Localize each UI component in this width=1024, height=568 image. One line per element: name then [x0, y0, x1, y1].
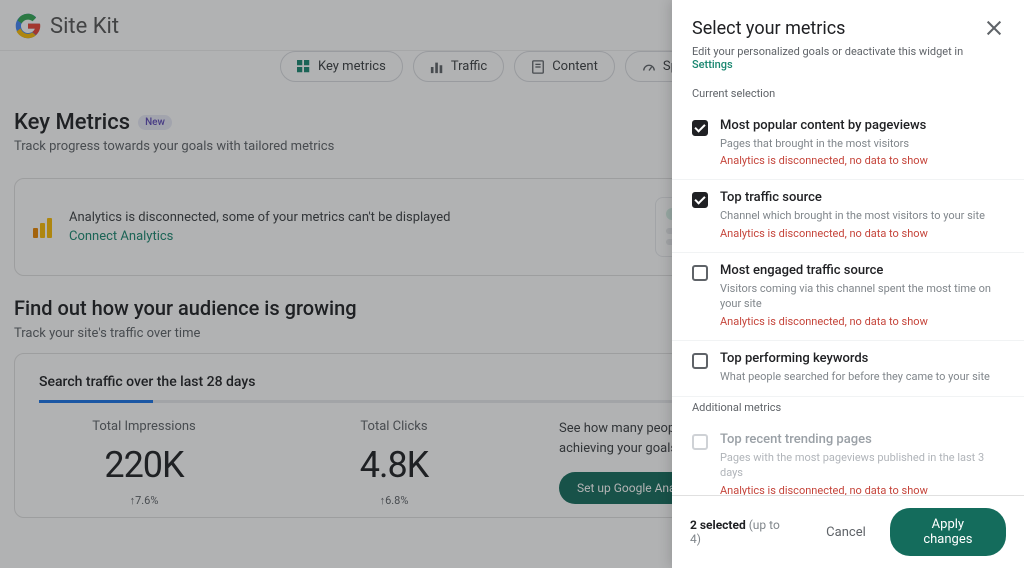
cancel-button[interactable]: Cancel	[816, 517, 876, 548]
warning-text: Analytics is disconnected, no data to sh…	[720, 315, 1004, 328]
selected-count: 2 selected (up to 4)	[690, 518, 788, 546]
warning-text: Analytics is disconnected, no data to sh…	[720, 154, 1004, 167]
checkbox[interactable]	[692, 434, 708, 450]
checkbox[interactable]	[692, 353, 708, 369]
settings-link[interactable]: Settings	[692, 58, 733, 71]
group-current: Current selection	[672, 83, 1024, 108]
metrics-list[interactable]: Current selection Most popular content b…	[672, 83, 1024, 495]
panel-footer: 2 selected (up to 4) Cancel Apply change…	[672, 495, 1024, 568]
panel-title: Select your metrics	[692, 18, 984, 39]
checkbox[interactable]	[692, 265, 708, 281]
group-additional: Additional metrics	[672, 397, 1024, 422]
metric-trending-pages[interactable]: Top recent trending pages Pages with the…	[672, 422, 1024, 495]
metrics-side-panel: Select your metrics Edit your personaliz…	[672, 0, 1024, 568]
panel-subtitle: Edit your personalized goals or deactiva…	[672, 45, 1024, 83]
checkbox[interactable]	[692, 120, 708, 136]
metric-engaged-traffic-source[interactable]: Most engaged traffic source Visitors com…	[672, 253, 1024, 341]
warning-text: Analytics is disconnected, no data to sh…	[720, 227, 1004, 240]
apply-changes-button[interactable]: Apply changes	[890, 508, 1006, 556]
metric-top-keywords[interactable]: Top performing keywords What people sear…	[672, 341, 1024, 397]
close-icon[interactable]	[984, 18, 1004, 38]
checkbox[interactable]	[692, 192, 708, 208]
warning-text: Analytics is disconnected, no data to sh…	[720, 484, 1004, 495]
metric-top-traffic-source[interactable]: Top traffic source Channel which brought…	[672, 180, 1024, 252]
metric-popular-content[interactable]: Most popular content by pageviews Pages …	[672, 108, 1024, 180]
